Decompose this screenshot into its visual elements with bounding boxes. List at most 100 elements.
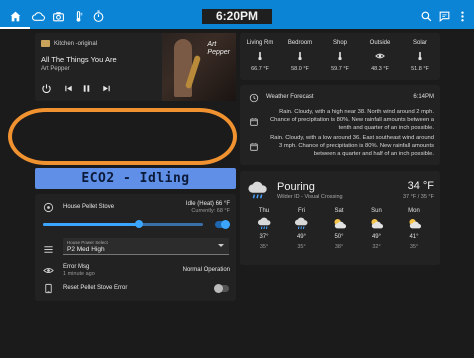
stove-current-temp: Currently: 68 °F	[191, 208, 230, 214]
sensor-name: Living Rm	[246, 40, 274, 46]
chat-icon[interactable]	[437, 9, 451, 23]
next-track-icon[interactable]	[101, 83, 112, 94]
rain-cloud-icon	[284, 217, 320, 231]
reset-error-label: Reset Pellet Stove Error	[63, 285, 128, 291]
power-select-value: P2 Med High	[67, 246, 105, 253]
sensor-value: 58.0 °F	[291, 66, 309, 72]
partly-cloudy-icon	[396, 217, 432, 231]
sensor-name: Solar	[412, 40, 427, 46]
day-high: 50°	[334, 234, 344, 240]
pellet-stove-card: House Pellet Stove Idle (Heat) 66 °F Cur…	[35, 194, 236, 301]
heat-toggle-knob	[221, 220, 230, 229]
list-icon	[43, 242, 54, 253]
forecast-label: Weather Forecast	[266, 94, 314, 100]
day-low: 35°	[297, 244, 306, 250]
setpoint-slider[interactable]	[43, 220, 203, 228]
speaker-icon	[41, 40, 50, 47]
forecast-today-text: Rain. Cloudy, with a high near 38. North…	[269, 109, 434, 131]
cloud-icon[interactable]	[31, 9, 45, 23]
error-msg-time: 1 minute ago	[63, 271, 95, 277]
home-icon[interactable]	[8, 9, 22, 23]
day-name: Sat	[334, 208, 344, 214]
day-name: Mon	[408, 208, 420, 214]
media-source: Kitchen -original	[41, 40, 97, 47]
annotation-oval	[8, 108, 237, 165]
power-select-label: House Power Select	[67, 240, 108, 245]
weather-forecast-text-card: Weather Forecast 6:14PM Rain. Cloudy, wi…	[240, 85, 440, 165]
sensor-value: 59.7 °F	[331, 66, 349, 72]
weather-temperature: 34 °F	[407, 180, 434, 192]
top-app-bar: 6:20PM	[0, 0, 474, 32]
previous-track-icon[interactable]	[63, 83, 74, 94]
sensor-name: Outside	[369, 40, 391, 46]
weather-card[interactable]: Pouring Wilder ID - Visual Crossing 34 °…	[240, 171, 440, 265]
weather-location: Wilder ID - Visual Crossing	[277, 194, 343, 200]
forecast-day-thu: Thu 37° 35°	[246, 208, 282, 250]
reset-error-toggle-knob	[214, 284, 223, 293]
day-name: Thu	[258, 208, 270, 214]
eco2-status-banner: ECO2 - Idling	[35, 168, 236, 189]
sensor-bedroom[interactable]: Bedroom 58.0 °F	[280, 33, 320, 80]
day-low: 32°	[372, 244, 381, 250]
day-high: 41°	[409, 234, 419, 240]
forecast-day-fri: Fri 49° 35°	[284, 208, 320, 250]
thermometer-icon	[320, 50, 360, 62]
stove-name: House Pellet Stove	[63, 204, 115, 210]
forecast-day-sat: Sat 50° 38°	[321, 208, 357, 250]
error-msg-value: Normal Operation	[182, 267, 230, 273]
timer-icon[interactable]	[91, 9, 105, 23]
rain-cloud-icon	[248, 181, 267, 199]
setpoint-slider-fill	[43, 223, 139, 226]
day-low: 35°	[259, 244, 269, 250]
album-art-text: Art Pepper	[207, 41, 230, 57]
error-msg-label: Error Msg	[63, 264, 90, 270]
album-art-text-line2: Pepper	[207, 49, 230, 56]
thermostat-dial-icon	[43, 202, 54, 213]
day-name: Sun	[371, 208, 382, 214]
reset-error-toggle[interactable]	[214, 284, 229, 293]
stove-status: Idle (Heat) 66 °F	[185, 201, 230, 207]
media-player-card[interactable]: Kitchen -original All The Things You Are…	[35, 33, 236, 101]
more-vert-icon[interactable]	[455, 9, 469, 23]
day-name: Fri	[298, 208, 305, 214]
sensor-solar[interactable]: Solar 51.8 °F	[400, 33, 440, 80]
forecast-tonight-text: Rain. Cloudy, with a low around 36. East…	[270, 135, 434, 157]
day-high: 49°	[296, 234, 307, 240]
clock-icon	[248, 92, 259, 103]
forecast-day-sun: Sun 49° 32°	[359, 208, 395, 250]
rain-cloud-icon	[246, 217, 282, 231]
calendar-icon	[248, 116, 259, 127]
power-select-dropdown[interactable]: House Power Select P2 Med High	[63, 238, 229, 255]
partly-cloudy-icon	[321, 217, 357, 231]
clock-display: 6:20PM	[202, 9, 272, 24]
day-low: 38°	[334, 244, 344, 250]
forecast-day-mon: Mon 41° 35°	[396, 208, 432, 250]
thermometer-icon	[240, 50, 280, 62]
heat-toggle[interactable]	[215, 220, 230, 229]
tablet-icon	[43, 283, 54, 294]
thermometer-icon	[400, 50, 440, 62]
sensor-outside[interactable]: Outside 48.3 °F	[360, 33, 400, 80]
album-art-text-line1: Art	[207, 41, 217, 48]
eye-icon	[43, 265, 54, 276]
weather-condition: Pouring	[277, 181, 315, 193]
setpoint-slider-handle[interactable]	[135, 220, 143, 228]
camera-icon[interactable]	[51, 9, 65, 23]
sensor-value: 51.8 °F	[411, 66, 429, 72]
thermometer-icon	[280, 50, 320, 62]
day-low: 35°	[409, 244, 419, 250]
media-source-label: Kitchen -original	[54, 40, 98, 47]
partly-cloudy-icon	[359, 217, 395, 231]
sensor-shop[interactable]: Shop 59.7 °F	[320, 33, 360, 80]
thermostat-icon[interactable]	[71, 9, 85, 23]
day-high: 49°	[371, 234, 382, 240]
sensor-living-rm[interactable]: Living Rm 66.7 °F	[240, 33, 280, 80]
track-title: All The Things You Are	[41, 55, 117, 64]
album-art: Art Pepper	[162, 33, 236, 101]
search-icon[interactable]	[419, 9, 433, 23]
power-icon[interactable]	[41, 83, 52, 94]
chevron-down-icon	[218, 244, 224, 247]
sensor-value: 48.3 °F	[371, 66, 389, 72]
pause-icon[interactable]	[81, 83, 92, 94]
weather-hi-lo: 37 °F / 35 °F	[403, 194, 434, 200]
